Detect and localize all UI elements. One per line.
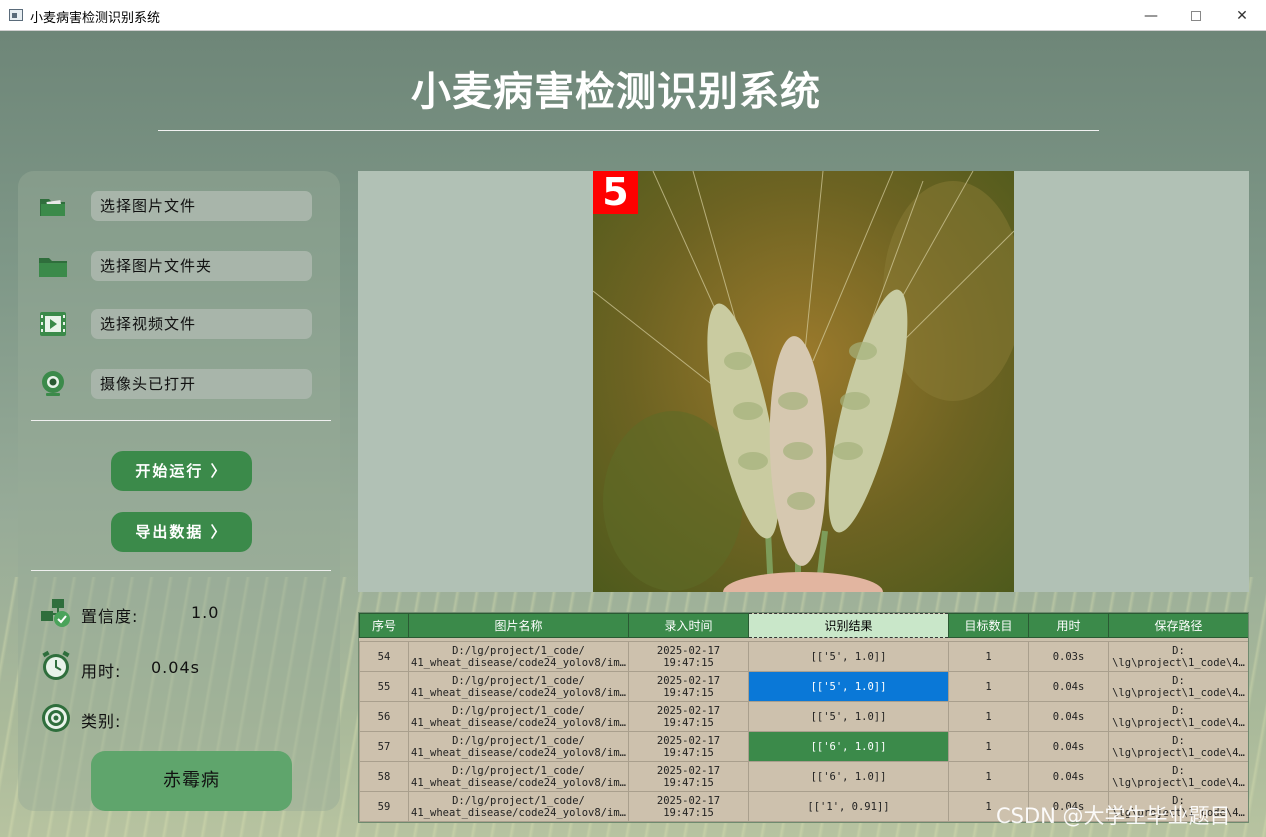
cell-name: D:/lg/project/1_code/41_wheat_disease/co…	[408, 671, 629, 702]
target-icon	[42, 704, 70, 732]
results-table[interactable]: 序号 图片名称 录入时间 识别结果 目标数目 用时 保存路径 54 D:/lg/…	[358, 612, 1249, 823]
cell-time: 2025-02-17 19:47:15	[628, 701, 749, 732]
table-header: 序号 图片名称 录入时间 识别结果 目标数目 用时 保存路径	[359, 613, 1248, 638]
col-header-time[interactable]: 录入时间	[628, 613, 749, 638]
panel-divider	[31, 570, 331, 571]
cell-id: 58	[359, 761, 409, 792]
folder-icon	[39, 258, 67, 277]
control-panel: 选择图片文件 选择图片文件夹 选择视频文件 摄像头已打开 开始运行 〉 导出数据…	[18, 171, 340, 811]
select-video-row: 选择视频文件	[18, 308, 340, 340]
minimize-button[interactable]: —	[1128, 0, 1174, 31]
confidence-icon	[41, 599, 70, 627]
cell-time: 2025-02-17 19:47:15	[628, 761, 749, 792]
app-icon	[9, 9, 23, 21]
col-header-count[interactable]: 目标数目	[948, 613, 1029, 638]
cell-name: D:/lg/project/1_code/41_wheat_disease/co…	[408, 731, 629, 762]
camera-button[interactable]: 摄像头已打开	[91, 369, 312, 399]
camera-icon	[42, 371, 64, 396]
cell-result: [['6', 1.0]]	[748, 761, 949, 792]
col-header-name[interactable]: 图片名称	[408, 613, 629, 638]
wheat-photo	[593, 171, 1014, 592]
window-title: 小麦病害检测识别系统	[30, 11, 161, 26]
class-label: 类别:	[81, 712, 122, 731]
cell-count: 1	[948, 701, 1029, 732]
table-row[interactable]: 55 D:/lg/project/1_code/41_wheat_disease…	[359, 671, 1248, 702]
maximize-icon	[1191, 10, 1201, 21]
select-image-file-button[interactable]: 选择图片文件	[91, 191, 312, 221]
cell-time: 2025-02-17 19:47:15	[628, 791, 749, 822]
table-row[interactable]: 58 D:/lg/project/1_code/41_wheat_disease…	[359, 761, 1248, 792]
cell-result: [['1', 0.91]]	[748, 791, 949, 822]
cell-elapsed: 0.04s	[1028, 701, 1109, 732]
cell-elapsed: 0.04s	[1028, 731, 1109, 762]
confidence-label: 置信度:	[81, 607, 139, 626]
maximize-button[interactable]	[1173, 0, 1219, 31]
select-image-row: 选择图片文件	[18, 190, 340, 222]
col-header-id[interactable]: 序号	[359, 613, 409, 638]
cell-result-selected: [['5', 1.0]]	[748, 671, 949, 702]
cell-count: 1	[948, 641, 1029, 672]
cell-result: [['5', 1.0]]	[748, 641, 949, 672]
clock-icon	[42, 650, 70, 680]
cell-path: D: \lg\project\1_code\4…	[1108, 641, 1248, 672]
cell-result: [['5', 1.0]]	[748, 701, 949, 732]
title-divider	[158, 130, 1099, 131]
table-row[interactable]: 56 D:/lg/project/1_code/41_wheat_disease…	[359, 701, 1248, 732]
cell-time: 2025-02-17 19:47:15	[628, 641, 749, 672]
video-file-icon	[40, 312, 66, 336]
cell-elapsed: 0.03s	[1028, 641, 1109, 672]
col-header-result[interactable]: 识别结果	[748, 613, 949, 638]
cell-id: 54	[359, 641, 409, 672]
close-button[interactable]: ✕	[1219, 0, 1265, 31]
cell-path: D: \lg\project\1_code\4…	[1108, 761, 1248, 792]
cell-time: 2025-02-17 19:47:15	[628, 671, 749, 702]
detection-image: 5	[593, 171, 1014, 592]
class-result: 赤霉病	[91, 751, 292, 811]
cell-count: 1	[948, 671, 1029, 702]
page-title: 小麦病害检测识别系统	[411, 69, 821, 115]
cell-count: 1	[948, 761, 1029, 792]
select-folder-row: 选择图片文件夹	[18, 250, 340, 282]
cell-id: 55	[359, 671, 409, 702]
cell-result-highlighted: [['6', 1.0]]	[748, 731, 949, 762]
col-header-elapsed[interactable]: 用时	[1028, 613, 1109, 638]
cell-id: 59	[359, 791, 409, 822]
select-video-file-button[interactable]: 选择视频文件	[91, 309, 312, 339]
confidence-value: 1.0	[191, 603, 220, 622]
window-title-bar: 小麦病害检测识别系统 — ✕	[0, 0, 1266, 31]
cell-path: D: \lg\project\1_code\4…	[1108, 671, 1248, 702]
cell-name: D:/lg/project/1_code/41_wheat_disease/co…	[408, 761, 629, 792]
cell-elapsed: 0.04s	[1028, 761, 1109, 792]
export-button[interactable]: 导出数据 〉	[111, 512, 252, 552]
time-value: 0.04s	[151, 658, 200, 677]
cell-id: 57	[359, 731, 409, 762]
cell-id: 56	[359, 701, 409, 732]
image-folder-icon	[40, 199, 65, 216]
table-row[interactable]: 54 D:/lg/project/1_code/41_wheat_disease…	[359, 641, 1248, 672]
table-row[interactable]: 57 D:/lg/project/1_code/41_wheat_disease…	[359, 731, 1248, 762]
cell-name: D:/lg/project/1_code/41_wheat_disease/co…	[408, 701, 629, 732]
col-header-path[interactable]: 保存路径	[1108, 613, 1248, 638]
cell-count: 1	[948, 731, 1029, 762]
watermark: CSDN @大学生毕业题目	[996, 804, 1231, 828]
start-button[interactable]: 开始运行 〉	[111, 451, 252, 491]
cell-time: 2025-02-17 19:47:15	[628, 731, 749, 762]
cell-name: D:/lg/project/1_code/41_wheat_disease/co…	[408, 791, 629, 822]
time-label: 用时:	[81, 662, 122, 681]
cell-path: D: \lg\project\1_code\4…	[1108, 731, 1248, 762]
cell-path: D: \lg\project\1_code\4…	[1108, 701, 1248, 732]
main-window: 小麦病害检测识别系统 选择图片文件 选择图片文件夹 选择视频文件 摄像头已打开 …	[0, 31, 1266, 837]
panel-divider	[31, 420, 331, 421]
cell-name: D:/lg/project/1_code/41_wheat_disease/co…	[408, 641, 629, 672]
select-image-folder-button[interactable]: 选择图片文件夹	[91, 251, 312, 281]
cell-elapsed: 0.04s	[1028, 671, 1109, 702]
image-display: 5	[358, 171, 1249, 592]
detection-label-badge: 5	[593, 171, 638, 214]
camera-row: 摄像头已打开	[18, 368, 340, 400]
